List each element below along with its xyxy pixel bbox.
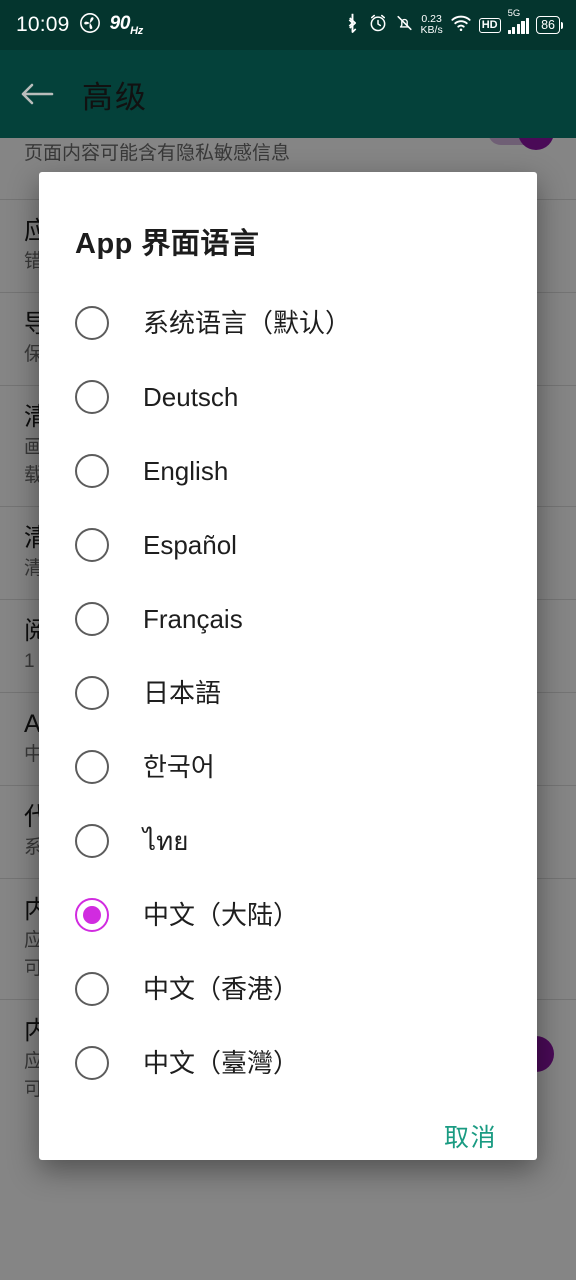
cancel-button[interactable]: 取消 bbox=[438, 1110, 503, 1160]
radio-icon[interactable] bbox=[75, 972, 109, 1006]
option-row-chinese-taiwan[interactable]: 中文（臺灣） bbox=[39, 1026, 537, 1100]
option-row-korean[interactable]: 한국어 bbox=[39, 730, 537, 804]
radio-icon[interactable] bbox=[75, 1046, 109, 1080]
option-row-english[interactable]: English bbox=[39, 434, 537, 508]
radio-icon[interactable] bbox=[75, 750, 109, 784]
option-label: 中文（大陆） bbox=[143, 900, 300, 930]
app-toolbar: 高级 bbox=[0, 50, 576, 138]
option-row-system-default[interactable]: 系统语言（默认） bbox=[39, 286, 537, 360]
signal-bars-icon: 5G bbox=[507, 9, 530, 34]
radio-icon[interactable] bbox=[75, 454, 109, 488]
option-label: Deutsch bbox=[143, 382, 239, 412]
bluetooth-icon bbox=[344, 12, 361, 39]
option-label: English bbox=[143, 456, 229, 486]
radio-icon[interactable] bbox=[75, 528, 109, 562]
status-clock: 10:09 bbox=[16, 13, 70, 36]
radio-icon[interactable] bbox=[75, 602, 109, 636]
option-row-thai[interactable]: ไทย bbox=[39, 804, 537, 878]
radio-icon[interactable] bbox=[75, 306, 109, 340]
option-row-deutsch[interactable]: Deutsch bbox=[39, 360, 537, 434]
option-label: ไทย bbox=[143, 826, 189, 856]
mute-bell-icon bbox=[395, 13, 414, 38]
language-dialog: App 界面语言 系统语言（默认） Deutsch English Españo… bbox=[39, 172, 537, 1160]
wifi-icon bbox=[450, 13, 472, 38]
radio-icon-selected[interactable] bbox=[75, 898, 109, 932]
radio-icon[interactable] bbox=[75, 380, 109, 414]
status-bar: 10:09 90Hz 0.23 KB/s HD 5G 86 bbox=[0, 0, 576, 50]
page-title: 高级 bbox=[82, 79, 148, 115]
alarm-clock-icon bbox=[368, 13, 388, 38]
option-label: 한국어 bbox=[143, 752, 215, 782]
option-row-japanese[interactable]: 日本語 bbox=[39, 656, 537, 730]
option-row-francais[interactable]: Français bbox=[39, 582, 537, 656]
dialog-actions: 取消 bbox=[39, 1104, 537, 1160]
option-label: 系统语言（默认） bbox=[143, 308, 352, 338]
phone-screen: 页面内容可能含有隐私敏感信息 应用内重启 错误后自动重启应用 导出数据 保存应用… bbox=[0, 0, 576, 1280]
option-row-chinese-mainland[interactable]: 中文（大陆） bbox=[39, 878, 537, 952]
dialog-title: App 界面语言 bbox=[75, 228, 260, 260]
battery-icon: 86 bbox=[536, 16, 563, 34]
fan-icon bbox=[79, 12, 101, 39]
arrow-left-icon[interactable] bbox=[0, 80, 74, 108]
option-label: Español bbox=[143, 530, 237, 560]
option-label: Français bbox=[143, 604, 243, 634]
refresh-rate-label: 90Hz bbox=[109, 13, 144, 37]
option-label: 中文（臺灣） bbox=[143, 1048, 300, 1078]
option-row-espanol[interactable]: Español bbox=[39, 508, 537, 582]
radio-icon[interactable] bbox=[75, 824, 109, 858]
language-option-list: 系统语言（默认） Deutsch English Español Françai… bbox=[39, 286, 537, 1104]
option-label: 中文（香港） bbox=[143, 974, 300, 1004]
option-row-chinese-hongkong[interactable]: 中文（香港） bbox=[39, 952, 537, 1026]
hd-call-badge: HD bbox=[478, 17, 501, 33]
network-speed-label: 0.23 KB/s bbox=[420, 13, 443, 36]
network-gen-label: 5G bbox=[507, 8, 521, 19]
option-label: 日本語 bbox=[143, 678, 222, 708]
radio-icon[interactable] bbox=[75, 676, 109, 710]
